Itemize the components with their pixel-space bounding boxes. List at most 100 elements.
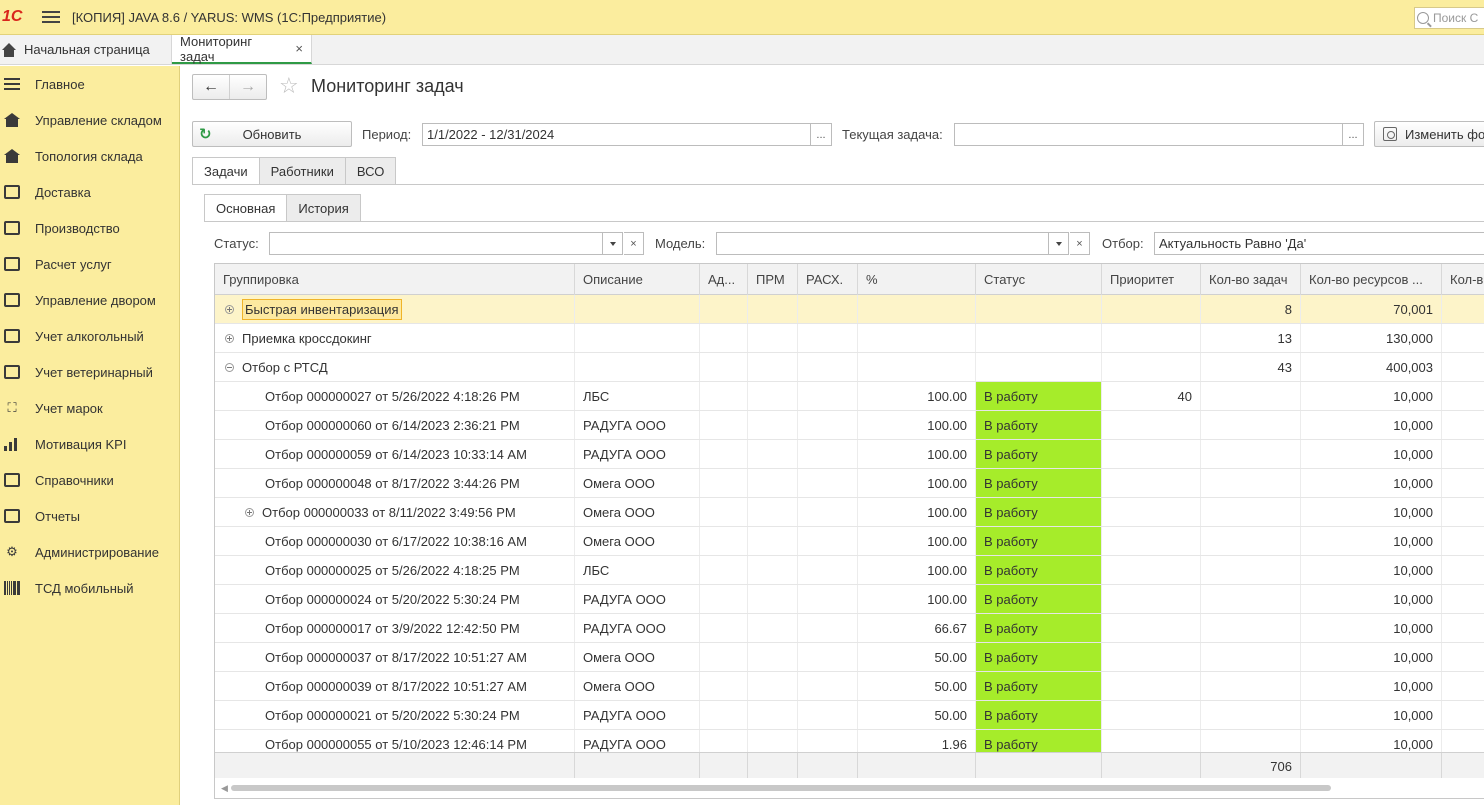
table-row[interactable]: Отбор 000000048 от 8/17/2022 3:44:26 PM О… — [215, 469, 1484, 498]
table-cell — [798, 672, 858, 700]
scrollbar-thumb[interactable] — [231, 785, 1331, 791]
sidebar-item-6[interactable]: Управление двором — [0, 282, 179, 318]
table-row[interactable]: Отбор 000000021 от 5/20/2022 5:30:24 PM Р… — [215, 701, 1484, 730]
table-row[interactable]: Отбор 000000060 от 6/14/2023 2:36:21 PM Р… — [215, 411, 1484, 440]
sidebar-item-label: Учет ветеринарный — [35, 364, 153, 380]
table-group-row[interactable]: Отбор с РТСД 43 400,003 — [215, 353, 1484, 382]
table-group-row[interactable]: Быстрая инвентаризация 8 70,001 — [215, 295, 1484, 324]
scroll-left-icon[interactable]: ◀ — [221, 783, 228, 794]
table-cell: 40 — [1102, 382, 1201, 410]
main-menu-icon[interactable] — [42, 11, 60, 23]
table-row[interactable]: Отбор 000000037 от 8/17/2022 10:51:27 AM… — [215, 643, 1484, 672]
model-dropdown-icon[interactable] — [1049, 232, 1069, 255]
status-badge: В работу — [976, 643, 1102, 671]
close-tab-icon[interactable]: × — [295, 41, 303, 56]
tab-vso[interactable]: ВСО — [344, 157, 397, 185]
sidebar-item-3[interactable]: Доставка — [0, 174, 179, 210]
status-input[interactable] — [269, 232, 603, 255]
column-header-2[interactable]: Ад... — [700, 264, 748, 295]
column-header-6[interactable]: Статус — [976, 264, 1102, 295]
status-badge: В работу — [976, 556, 1102, 584]
topology-icon — [4, 149, 20, 163]
status-clear-icon[interactable]: × — [624, 232, 644, 255]
sidebar-item-9[interactable]: ⛶ Учет марок — [0, 390, 179, 426]
current-task-input[interactable] — [954, 123, 1343, 146]
sidebar-item-1[interactable]: Управление складом — [0, 102, 179, 138]
footer-cell — [798, 753, 858, 779]
model-input[interactable] — [716, 232, 1049, 255]
column-header-3[interactable]: ПРМ — [748, 264, 798, 295]
favorite-star-icon[interactable]: ☆ — [279, 74, 299, 98]
sidebar-item-10[interactable]: Мотивация KPI — [0, 426, 179, 462]
table-cell — [700, 701, 748, 729]
tab-task-monitoring[interactable]: Мониторинг задач × — [172, 34, 312, 64]
table-cell — [1442, 295, 1484, 323]
tab-workers[interactable]: Работники — [258, 157, 346, 185]
column-header-9[interactable]: Кол-во ресурсов ... — [1301, 264, 1442, 295]
table-cell: Быстрая инвентаризация — [215, 295, 575, 323]
column-header-0[interactable]: Группировка — [215, 264, 575, 295]
sidebar-item-12[interactable]: Отчеты — [0, 498, 179, 534]
search-icon — [1417, 12, 1429, 24]
sidebar-item-label: Главное — [35, 76, 85, 92]
sidebar-item-5[interactable]: Расчет услуг — [0, 246, 179, 282]
sidebar-item-8[interactable]: Учет ветеринарный — [0, 354, 179, 390]
column-header-8[interactable]: Кол-во задач — [1201, 264, 1301, 295]
refresh-button[interactable]: ↻ Обновить — [192, 121, 352, 147]
table-cell — [700, 382, 748, 410]
table-cell — [798, 614, 858, 642]
sidebar-item-label: Расчет услуг — [35, 256, 112, 272]
period-select-button[interactable]: ... — [811, 123, 832, 146]
column-header-7[interactable]: Приоритет — [1102, 264, 1201, 295]
status-badge: В работу — [976, 614, 1102, 642]
status-dropdown-icon[interactable] — [603, 232, 623, 255]
table-row[interactable]: Отбор 000000024 от 5/20/2022 5:30:24 PM Р… — [215, 585, 1484, 614]
expand-icon[interactable] — [225, 333, 234, 343]
table-row[interactable]: Отбор 000000033 от 8/11/2022 3:49:56 PM О… — [215, 498, 1484, 527]
table-row[interactable]: Отбор 000000059 от 6/14/2023 10:33:14 AM… — [215, 440, 1484, 469]
change-form-button[interactable]: Изменить фо — [1374, 121, 1484, 147]
table-row[interactable]: Отбор 000000027 от 5/26/2022 4:18:26 PM Л… — [215, 382, 1484, 411]
table-row[interactable]: Отбор 000000017 от 3/9/2022 12:42:50 PM Р… — [215, 614, 1484, 643]
sidebar-item-13[interactable]: ⚙ Администрирование — [0, 534, 179, 570]
collapse-icon[interactable] — [225, 362, 234, 372]
sidebar-item-11[interactable]: Справочники — [0, 462, 179, 498]
column-header-4[interactable]: РАСХ. — [798, 264, 858, 295]
table-cell — [1102, 498, 1201, 526]
horizontal-scrollbar[interactable]: ◀ — [215, 778, 1484, 798]
status-badge: В работу — [976, 411, 1102, 439]
table-cell — [748, 469, 798, 497]
column-header-1[interactable]: Описание — [575, 264, 700, 295]
sidebar-item-4[interactable]: Производство — [0, 210, 179, 246]
status-badge: В работу — [976, 585, 1102, 613]
period-input[interactable]: 1/1/2022 - 12/31/2024 — [422, 123, 811, 146]
expand-icon[interactable] — [245, 507, 254, 517]
sidebar-item-7[interactable]: Учет алкогольный — [0, 318, 179, 354]
expand-icon[interactable] — [225, 304, 234, 314]
tab-home[interactable]: Начальная страница — [0, 35, 172, 64]
tab-tasks[interactable]: Задачи — [192, 157, 260, 185]
back-arrow-icon[interactable]: ← — [193, 75, 229, 99]
table-row[interactable]: Отбор 000000030 от 6/17/2022 10:38:16 AM… — [215, 527, 1484, 556]
tab-basic[interactable]: Основная — [204, 194, 288, 222]
model-clear-icon[interactable]: × — [1070, 232, 1090, 255]
table-cell: Отбор 000000037 от 8/17/2022 10:51:27 AM — [215, 643, 575, 671]
group-name: Отбор с РТСД — [242, 359, 328, 375]
tab-history[interactable]: История — [286, 194, 361, 222]
tabs-divider — [192, 184, 1484, 185]
yard-icon — [4, 293, 20, 307]
table-group-row[interactable]: Приемка кроссдокинг 13 130,000 — [215, 324, 1484, 353]
current-task-select-button[interactable]: ... — [1343, 123, 1364, 146]
scan-icon: ⛶ — [7, 400, 17, 415]
column-header-5[interactable]: % — [858, 264, 976, 295]
table-row[interactable]: Отбор 000000039 от 8/17/2022 10:51:27 AM… — [215, 672, 1484, 701]
search-input[interactable]: Поиск С — [1414, 7, 1484, 29]
table-row[interactable]: Отбор 000000025 от 5/26/2022 4:18:25 PM Л… — [215, 556, 1484, 585]
forward-arrow-icon[interactable]: → — [229, 75, 266, 99]
column-header-10[interactable]: Кол-в — [1442, 264, 1484, 295]
sidebar-item-14[interactable]: ТСД мобильный — [0, 570, 179, 606]
sidebar-item-2[interactable]: Топология склада — [0, 138, 179, 174]
sidebar-item-0[interactable]: Главное — [0, 66, 179, 102]
table-cell — [1102, 585, 1201, 613]
filter-input[interactable]: Актуальность Равно 'Да' — [1154, 232, 1484, 255]
